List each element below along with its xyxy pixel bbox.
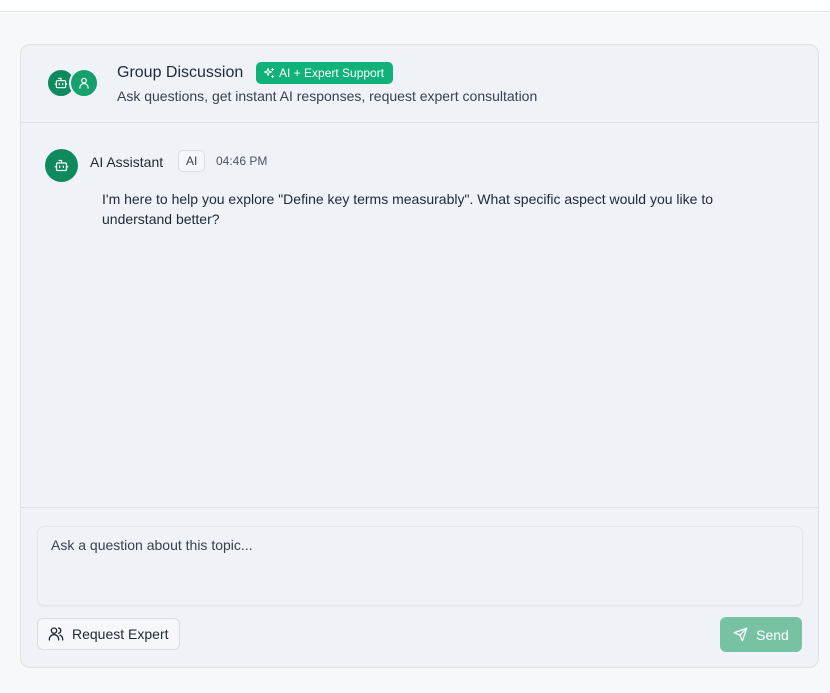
panel-header: Group Discussion AI + Expert Support Ask…	[21, 45, 818, 123]
users-icon	[48, 627, 64, 641]
support-badge: AI + Expert Support	[256, 62, 394, 84]
bot-icon	[54, 159, 69, 172]
send-icon	[733, 627, 748, 642]
question-input[interactable]	[37, 526, 803, 606]
page-title: Group Discussion	[117, 64, 244, 81]
participant-avatars	[46, 68, 106, 100]
support-badge-label: AI + Expert Support	[279, 66, 385, 80]
sparkles-icon	[264, 68, 274, 78]
message-role-badge: AI	[178, 150, 206, 172]
send-label: Send	[756, 626, 789, 643]
discussion-panel: Group Discussion AI + Expert Support Ask…	[20, 44, 819, 668]
user-icon	[79, 77, 89, 89]
send-button[interactable]: Send	[720, 617, 802, 652]
request-expert-label: Request Expert	[72, 626, 169, 642]
message-avatar	[45, 149, 78, 182]
user-avatar	[69, 68, 99, 98]
request-expert-button[interactable]: Request Expert	[37, 618, 180, 650]
bot-icon	[54, 77, 68, 89]
message-sender: AI Assistant	[90, 154, 164, 170]
composer: Request Expert Send	[21, 507, 818, 667]
top-bar	[0, 0, 830, 12]
message-timestamp: 04:46 PM	[216, 154, 268, 168]
page-subtitle: Ask questions, get instant AI responses,…	[117, 88, 538, 104]
message-text: I'm here to help you explore "Define key…	[102, 191, 714, 227]
